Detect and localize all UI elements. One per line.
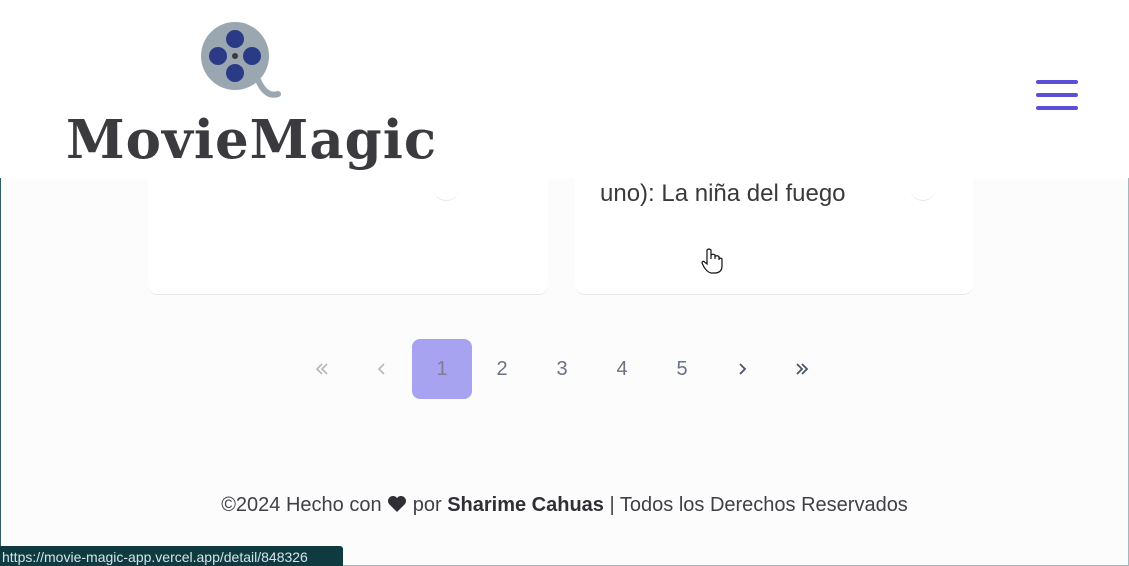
footer-copyright: ©2024 Hecho con xyxy=(221,494,382,516)
hamburger-menu-icon[interactable] xyxy=(1036,80,1078,112)
brand-logo-text[interactable]: MovieMagic xyxy=(66,108,437,172)
hand-pointer-cursor-icon xyxy=(701,248,723,274)
site-footer: ©2024 Hecho con por Sharime Cahuas | Tod… xyxy=(0,494,1129,517)
footer-separator: | xyxy=(609,494,615,516)
first-page-button[interactable] xyxy=(292,339,352,399)
double-chevron-left-icon xyxy=(315,363,328,375)
chevron-left-icon xyxy=(377,363,385,375)
link-status-bar: https://movie-magic-app.vercel.app/detai… xyxy=(0,546,343,566)
heart-icon xyxy=(388,496,407,512)
page-button-1[interactable]: 1 xyxy=(412,339,472,399)
prev-page-button[interactable] xyxy=(352,339,412,399)
movie-card-title: uno): La niña del fuego xyxy=(600,180,846,207)
pagination: 1 2 3 4 5 xyxy=(292,339,832,399)
last-page-button[interactable] xyxy=(772,339,832,399)
next-page-button[interactable] xyxy=(712,339,772,399)
page-button-5[interactable]: 5 xyxy=(652,339,712,399)
film-reel-logo-icon[interactable] xyxy=(200,22,282,100)
double-chevron-right-icon xyxy=(796,363,809,375)
footer-rights: Todos los Derechos Reservados xyxy=(619,494,908,516)
site-header: MovieMagic xyxy=(0,0,1129,178)
page-button-4[interactable]: 4 xyxy=(592,339,652,399)
card-divider xyxy=(910,188,936,201)
page-button-2[interactable]: 2 xyxy=(472,339,532,399)
card-divider xyxy=(433,188,459,201)
page-button-3[interactable]: 3 xyxy=(532,339,592,399)
footer-author[interactable]: Sharime Cahuas xyxy=(447,494,604,516)
chevron-right-icon xyxy=(739,363,747,375)
footer-por: por xyxy=(412,494,442,516)
